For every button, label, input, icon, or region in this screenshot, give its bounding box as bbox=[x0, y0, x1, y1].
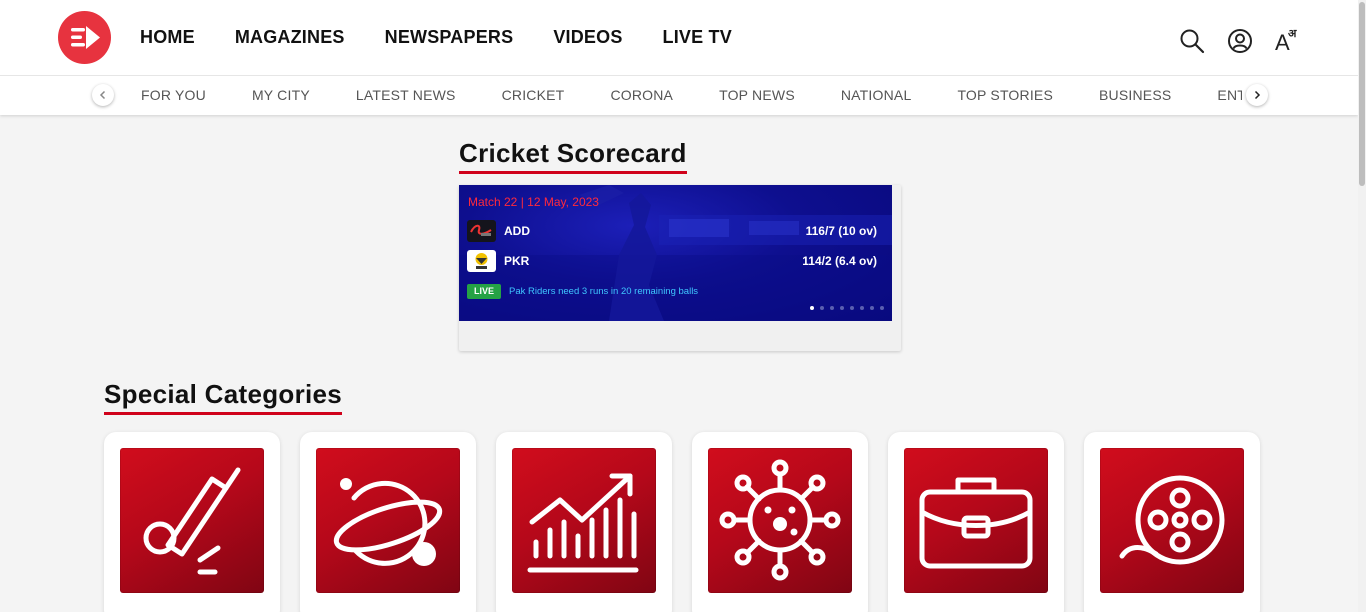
team-name: PKR bbox=[504, 254, 530, 268]
carousel-dot[interactable] bbox=[880, 306, 884, 310]
user-profile-icon[interactable] bbox=[1227, 28, 1253, 54]
category-list bbox=[104, 432, 1260, 612]
category-tile bbox=[316, 448, 460, 593]
match-info: Match 22 | 12 May, 2023 bbox=[468, 195, 599, 209]
sub-nav-item-national[interactable]: NATIONAL bbox=[841, 87, 912, 103]
scorecard-card[interactable]: Match 22 | 12 May, 2023 ADD 116/7 (10 ov… bbox=[459, 185, 901, 351]
nav-magazines[interactable]: MAGAZINES bbox=[235, 27, 345, 48]
match-status-text: Pak Riders need 3 runs in 20 remaining b… bbox=[509, 286, 699, 297]
scorecard-banner: Match 22 | 12 May, 2023 ADD 116/7 (10 ov… bbox=[459, 185, 892, 321]
search-icon[interactable] bbox=[1179, 28, 1205, 54]
carousel-pagination bbox=[810, 306, 884, 310]
chevron-left-icon bbox=[99, 90, 106, 100]
carousel-dot[interactable] bbox=[830, 306, 834, 310]
category-card-growth[interactable] bbox=[496, 432, 672, 612]
briefcase-icon bbox=[919, 477, 1033, 569]
sub-nav-item-business[interactable]: BUSINESS bbox=[1099, 87, 1171, 103]
language-font-icon[interactable]: A अ bbox=[1275, 27, 1303, 55]
title-underline bbox=[104, 412, 343, 415]
logo-play-icon bbox=[71, 26, 100, 49]
sub-nav-item-top-news[interactable]: TOP NEWS bbox=[719, 87, 795, 103]
carousel-dot[interactable] bbox=[870, 306, 874, 310]
language-icon-superscript: अ bbox=[1288, 27, 1297, 40]
nav-live-tv[interactable]: LIVE TV bbox=[663, 27, 732, 48]
categories-title-text: Special Categories bbox=[104, 379, 343, 409]
sub-nav-item-cricket[interactable]: CRICKET bbox=[502, 87, 565, 103]
page-scrollbar[interactable] bbox=[1358, 0, 1366, 612]
nav-newspapers[interactable]: NEWSPAPERS bbox=[385, 27, 514, 48]
scorecard-section-title: Cricket Scorecard bbox=[459, 138, 687, 174]
virus-icon bbox=[719, 459, 841, 581]
main-nav: HOME MAGAZINES NEWSPAPERS VIDEOS LIVE TV bbox=[140, 27, 772, 48]
nav-videos[interactable]: VIDEOS bbox=[553, 27, 622, 48]
sub-nav-item-top-stories[interactable]: TOP STORIES bbox=[957, 87, 1053, 103]
planet-icon bbox=[333, 478, 443, 566]
scorecard-title-text: Cricket Scorecard bbox=[459, 138, 687, 168]
chevron-right-icon bbox=[1254, 90, 1261, 100]
category-tile bbox=[512, 448, 656, 593]
team-row: ADD 116/7 (10 ov) bbox=[467, 220, 877, 244]
category-tile bbox=[904, 448, 1048, 593]
film-reel-icon bbox=[1119, 475, 1225, 565]
carousel-dot[interactable] bbox=[850, 306, 854, 310]
live-badge: LIVE bbox=[467, 284, 501, 299]
team-row: PKR 114/2 (6.4 ov) bbox=[467, 250, 877, 274]
header-divider bbox=[0, 75, 1358, 76]
sub-nav-prev-button[interactable] bbox=[92, 84, 114, 106]
category-card-planet[interactable] bbox=[300, 432, 476, 612]
sub-nav-item-latest-news[interactable]: LATEST NEWS bbox=[356, 87, 456, 103]
cricket-icon bbox=[143, 467, 241, 575]
team-logo-add bbox=[467, 220, 496, 242]
category-nav: FOR YOU MY CITY LATEST NEWS CRICKET CORONA TO… bbox=[92, 80, 1268, 110]
sub-nav-next-button[interactable] bbox=[1246, 84, 1268, 106]
team-name: ADD bbox=[504, 224, 530, 238]
category-card-film[interactable] bbox=[1084, 432, 1260, 612]
sub-nav-item-for-you[interactable]: FOR YOU bbox=[141, 87, 206, 103]
categories-section-title: Special Categories bbox=[104, 379, 343, 415]
site-logo[interactable] bbox=[58, 11, 111, 64]
team-score: 114/2 (6.4 ov) bbox=[802, 254, 877, 268]
carousel-dot[interactable] bbox=[840, 306, 844, 310]
site-header: HOME MAGAZINES NEWSPAPERS VIDEOS LIVE TV… bbox=[0, 0, 1358, 115]
category-tile bbox=[1100, 448, 1244, 593]
team-logo-pkr bbox=[467, 250, 496, 272]
sub-nav-item-corona[interactable]: CORONA bbox=[610, 87, 673, 103]
category-card-cricket[interactable] bbox=[104, 432, 280, 612]
header-actions: A अ bbox=[1179, 27, 1303, 55]
nav-home[interactable]: HOME bbox=[140, 27, 195, 48]
title-underline bbox=[459, 171, 687, 174]
category-tile bbox=[120, 448, 264, 593]
category-tile bbox=[708, 448, 852, 593]
carousel-dot[interactable] bbox=[860, 306, 864, 310]
category-card-virus[interactable] bbox=[692, 432, 868, 612]
sub-nav-item-entertainment[interactable]: ENTERTAINMENT bbox=[1217, 87, 1242, 103]
growth-chart-icon bbox=[527, 473, 639, 573]
sub-nav-item-my-city[interactable]: MY CITY bbox=[252, 87, 310, 103]
team-score: 116/7 (10 ov) bbox=[805, 224, 877, 238]
carousel-dot[interactable] bbox=[810, 306, 814, 310]
carousel-dot[interactable] bbox=[820, 306, 824, 310]
category-card-business[interactable] bbox=[888, 432, 1064, 612]
sub-nav-list: FOR YOU MY CITY LATEST NEWS CRICKET CORONA TO… bbox=[141, 87, 1242, 105]
scrollbar-thumb[interactable] bbox=[1359, 2, 1365, 186]
